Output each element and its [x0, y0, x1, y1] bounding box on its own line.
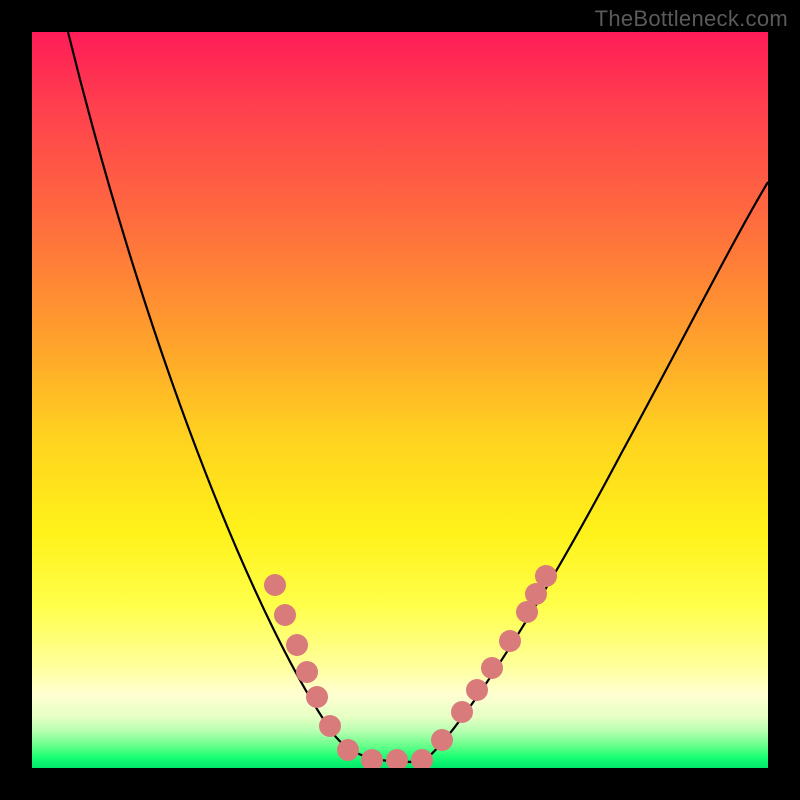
highlight-dot — [481, 657, 503, 679]
chart-svg — [32, 32, 768, 768]
highlight-dot — [337, 739, 359, 761]
highlight-dot — [451, 701, 473, 723]
highlight-dot — [361, 749, 383, 768]
highlight-dot — [296, 661, 318, 683]
highlight-dot — [466, 679, 488, 701]
watermark-text: TheBottleneck.com — [595, 6, 788, 32]
highlight-dot — [431, 729, 453, 751]
bottleneck-curve — [68, 32, 768, 762]
highlight-dot — [411, 749, 433, 768]
highlight-dot — [535, 565, 557, 587]
highlight-dot — [274, 604, 296, 626]
highlight-dot — [319, 715, 341, 737]
chart-plot-area — [32, 32, 768, 768]
highlight-dot — [499, 630, 521, 652]
highlight-dot — [306, 686, 328, 708]
highlight-dot — [286, 634, 308, 656]
chart-outer-frame: TheBottleneck.com — [0, 0, 800, 800]
highlight-dots-group — [264, 565, 557, 768]
highlight-dot — [264, 574, 286, 596]
highlight-dot — [386, 749, 408, 768]
